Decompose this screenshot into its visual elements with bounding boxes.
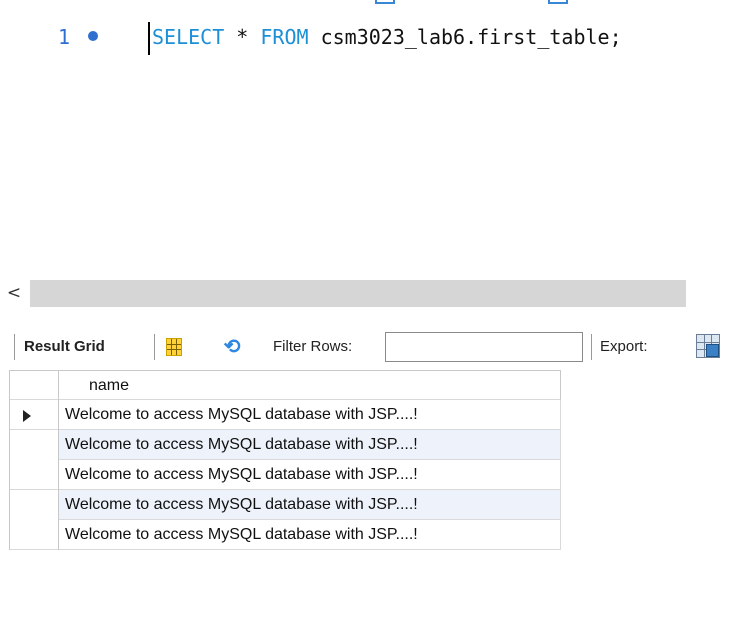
line-number: 1 [58,25,71,49]
row-indicator[interactable] [9,490,59,520]
row-indicator-header [9,371,59,401]
table-row[interactable]: Welcome to access MySQL database with JS… [9,430,560,460]
code-line[interactable]: 1 SELECT * FROM csm3023_lab6.first_table… [0,18,735,56]
table-cell[interactable]: Welcome to access MySQL database with JS… [65,400,418,430]
grid-layout-icon[interactable] [166,338,182,356]
table-cell[interactable]: Welcome to access MySQL database with JS… [65,520,418,550]
sql-statement[interactable]: SELECT * FROM csm3023_lab6.first_table; [152,18,622,56]
current-row-arrow-icon [23,410,31,422]
table-row[interactable]: Welcome to access MySQL database with JS… [9,490,560,520]
table-reference: csm3023_lab6.first_table; [308,25,622,49]
row-indicator[interactable] [9,520,59,550]
sql-editor[interactable]: 1 SELECT * FROM csm3023_lab6.first_table… [0,0,735,278]
select-star: * [224,25,261,49]
table-cell[interactable]: Welcome to access MySQL database with JS… [65,460,418,490]
row-indicator[interactable] [9,460,59,490]
filter-rows-label: Filter Rows: [273,338,353,355]
from-keyword: FROM [260,25,309,49]
toolbar-separator [14,334,15,360]
statement-bullet-icon [88,31,98,41]
row-indicator[interactable] [9,400,59,430]
find-highlight-marker [548,0,568,4]
grid-body: Welcome to access MySQL database with JS… [9,400,561,550]
table-row[interactable]: Welcome to access MySQL database with JS… [9,520,560,550]
toolbar-separator [591,334,592,360]
row-indicator[interactable] [9,430,59,460]
result-toolbar: Result Grid ⟲ Filter Rows: Export: [0,329,735,365]
find-highlight-marker [375,0,395,4]
horizontal-scrollbar[interactable]: < [0,280,735,307]
result-grid-tab[interactable]: Result Grid [24,329,105,365]
export-icon[interactable] [696,334,720,358]
table-cell[interactable]: Welcome to access MySQL database with JS… [65,430,418,460]
scroll-thumb[interactable] [30,280,686,307]
toolbar-separator [154,334,155,360]
scroll-left-arrow-icon[interactable]: < [2,280,26,307]
export-label: Export: [600,338,648,355]
select-keyword: SELECT [152,25,225,49]
grid-header-row: name [9,370,561,401]
text-caret [148,22,150,55]
table-cell[interactable]: Welcome to access MySQL database with JS… [65,490,418,520]
table-row[interactable]: Welcome to access MySQL database with JS… [9,460,560,490]
result-grid: name Welcome to access MySQL database wi… [9,370,561,550]
refresh-icon[interactable]: ⟲ [221,336,243,358]
table-row[interactable]: Welcome to access MySQL database with JS… [9,400,560,430]
filter-rows-input[interactable] [385,332,583,362]
column-header-name[interactable]: name [89,371,129,401]
